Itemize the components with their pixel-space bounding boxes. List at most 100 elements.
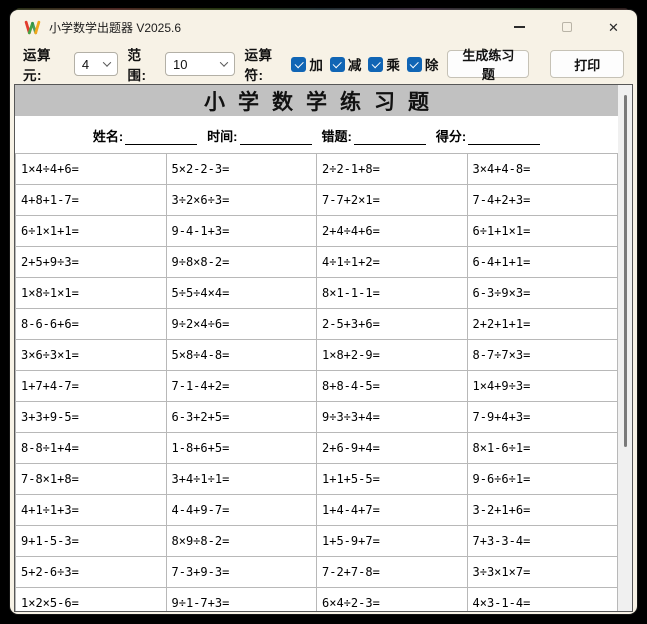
problem-cell: 2+4÷4+6= <box>317 216 468 247</box>
problem-cell: 1×8+2-9= <box>317 340 468 371</box>
worksheet-fields-row: 姓名: 时间: 错题: 得分: <box>15 118 618 153</box>
problems-table: 1×4÷4+6=5×2-2-3=2÷2-1+8=3×4+4-8=4+8+1-7=… <box>15 153 618 612</box>
field-wrong: 错题: <box>322 126 426 145</box>
field-time-blank <box>240 130 312 145</box>
vertical-scrollbar[interactable] <box>618 85 632 611</box>
problem-row: 4+1÷1+3=4-4+9-7=1+4-4+7=3-2+1+6= <box>16 495 618 526</box>
operator-divide-label: 除 <box>425 54 439 74</box>
problem-cell: 9÷1-7+3= <box>166 588 317 613</box>
problem-cell: 5×8÷4-8= <box>166 340 317 371</box>
problem-cell: 2+2+1+1= <box>467 309 618 340</box>
problem-cell: 3÷2×6÷3= <box>166 185 317 216</box>
chevron-down-icon <box>219 58 227 66</box>
operand-select[interactable]: 4 <box>74 52 118 76</box>
problem-row: 6÷1×1+1=9-4-1+3=2+4÷4+6=6÷1+1×1= <box>16 216 618 247</box>
range-label: 范围: <box>128 44 160 84</box>
problem-cell: 8-7÷7×3= <box>467 340 618 371</box>
problem-cell: 9÷2×4÷6= <box>166 309 317 340</box>
problem-row: 1+7+4-7=7-1-4+2=8+8-4-5=1×4+9÷3= <box>16 371 618 402</box>
problem-cell: 8×1-1-1= <box>317 278 468 309</box>
problem-row: 3+3+9-5=6-3+2+5=9÷3÷3+4=7-9+4+3= <box>16 402 618 433</box>
generate-button[interactable]: 生成练习题 <box>447 50 529 78</box>
scrollbar-thumb[interactable] <box>624 95 627 447</box>
problem-row: 9+1-5-3=8×9÷8-2=1+5-9+7=7+3-3-4= <box>16 526 618 557</box>
problem-cell: 3+3+9-5= <box>16 402 167 433</box>
problem-cell: 9÷3÷3+4= <box>317 402 468 433</box>
problem-cell: 7-8×1+8= <box>16 464 167 495</box>
minimize-icon <box>514 26 525 27</box>
app-logo-icon <box>24 19 41 36</box>
maximize-icon <box>562 22 572 32</box>
problem-cell: 4-4+9-7= <box>166 495 317 526</box>
problem-cell: 3+4÷1÷1= <box>166 464 317 495</box>
problem-cell: 2+5+9÷3= <box>16 247 167 278</box>
problem-cell: 5×2-2-3= <box>166 154 317 185</box>
problem-cell: 3×4+4-8= <box>467 154 618 185</box>
problem-cell: 9-4-1+3= <box>166 216 317 247</box>
problem-row: 4+8+1-7=3÷2×6÷3=7-7+2×1=7-4+2+3= <box>16 185 618 216</box>
problem-row: 7-8×1+8=3+4÷1÷1=1+1+5-5=9-6÷6÷1= <box>16 464 618 495</box>
problem-row: 2+5+9÷3=9÷8×8-2=4÷1÷1+2=6-4+1+1= <box>16 247 618 278</box>
operand-label: 运算元: <box>23 44 68 84</box>
problem-cell: 7-2+7-8= <box>317 557 468 588</box>
titlebar: 小学数学出题器 V2025.6 ✕ <box>10 10 637 44</box>
print-button[interactable]: 打印 <box>550 50 624 78</box>
problem-cell: 4+1÷1+3= <box>16 495 167 526</box>
close-button[interactable]: ✕ <box>590 10 637 44</box>
problem-cell: 2÷2-1+8= <box>317 154 468 185</box>
field-score: 得分: <box>436 126 540 145</box>
problem-cell: 6÷1+1×1= <box>467 216 618 247</box>
problem-cell: 8+8-4-5= <box>317 371 468 402</box>
field-score-label: 得分: <box>436 126 466 145</box>
problem-cell: 4×3-1-4= <box>467 588 618 613</box>
problem-cell: 8-6-6+6= <box>16 309 167 340</box>
worksheet: 小学数学练习题 姓名: 时间: 错题: 得分: <box>15 85 618 611</box>
problem-cell: 2+6-9+4= <box>317 433 468 464</box>
operator-checkbox-multiply[interactable]: 乘 <box>368 54 400 74</box>
problem-cell: 2-5+3+6= <box>317 309 468 340</box>
problem-cell: 4÷1÷1+2= <box>317 247 468 278</box>
range-value: 10 <box>173 57 187 72</box>
problems-table-body: 1×4÷4+6=5×2-2-3=2÷2-1+8=3×4+4-8=4+8+1-7=… <box>16 154 618 613</box>
problem-cell: 1×4+9÷3= <box>467 371 618 402</box>
minimize-button[interactable] <box>496 10 543 44</box>
problem-cell: 7-1-4+2= <box>166 371 317 402</box>
problem-cell: 8×1-6÷1= <box>467 433 618 464</box>
field-name: 姓名: <box>93 126 197 145</box>
operator-add-label: 加 <box>309 54 323 74</box>
problem-cell: 3×6÷3×1= <box>16 340 167 371</box>
operator-checkbox-add[interactable]: 加 <box>291 54 323 74</box>
problem-cell: 1×8÷1×1= <box>16 278 167 309</box>
problem-cell: 7+3-3-4= <box>467 526 618 557</box>
problem-cell: 1-8+6+5= <box>166 433 317 464</box>
window-title: 小学数学出题器 V2025.6 <box>49 19 181 36</box>
chevron-down-icon <box>102 58 110 66</box>
range-select[interactable]: 10 <box>165 52 234 76</box>
problem-row: 1×4÷4+6=5×2-2-3=2÷2-1+8=3×4+4-8= <box>16 154 618 185</box>
problem-cell: 6-3÷9×3= <box>467 278 618 309</box>
checkbox-checked-icon <box>330 57 345 72</box>
problem-row: 8-6-6+6=9÷2×4÷6=2-5+3+6=2+2+1+1= <box>16 309 618 340</box>
problem-cell: 1+7+4-7= <box>16 371 167 402</box>
operand-value: 4 <box>82 57 89 72</box>
operator-checkbox-subtract[interactable]: 减 <box>330 54 362 74</box>
problem-row: 1×8÷1×1=5÷5÷4×4=8×1-1-1=6-3÷9×3= <box>16 278 618 309</box>
maximize-button[interactable] <box>543 10 590 44</box>
operator-checkbox-divide[interactable]: 除 <box>407 54 439 74</box>
field-time-label: 时间: <box>207 126 237 145</box>
problem-cell: 3÷3×1×7= <box>467 557 618 588</box>
problem-cell: 6×4÷2-3= <box>317 588 468 613</box>
checkbox-checked-icon <box>291 57 306 72</box>
problem-cell: 9÷8×8-2= <box>166 247 317 278</box>
problem-cell: 6-4+1+1= <box>467 247 618 278</box>
field-name-blank <box>125 130 197 145</box>
problem-row: 1×2×5-6=9÷1-7+3=6×4÷2-3=4×3-1-4= <box>16 588 618 613</box>
problem-cell: 4+8+1-7= <box>16 185 167 216</box>
problem-cell: 1+1+5-5= <box>317 464 468 495</box>
checkbox-checked-icon <box>368 57 383 72</box>
operators-label: 运算符: <box>245 44 290 84</box>
worksheet-header-band: 小学数学练习题 <box>15 85 618 118</box>
operator-subtract-label: 减 <box>348 54 362 74</box>
problem-cell: 5+2-6÷3= <box>16 557 167 588</box>
problem-cell: 1+4-4+7= <box>317 495 468 526</box>
